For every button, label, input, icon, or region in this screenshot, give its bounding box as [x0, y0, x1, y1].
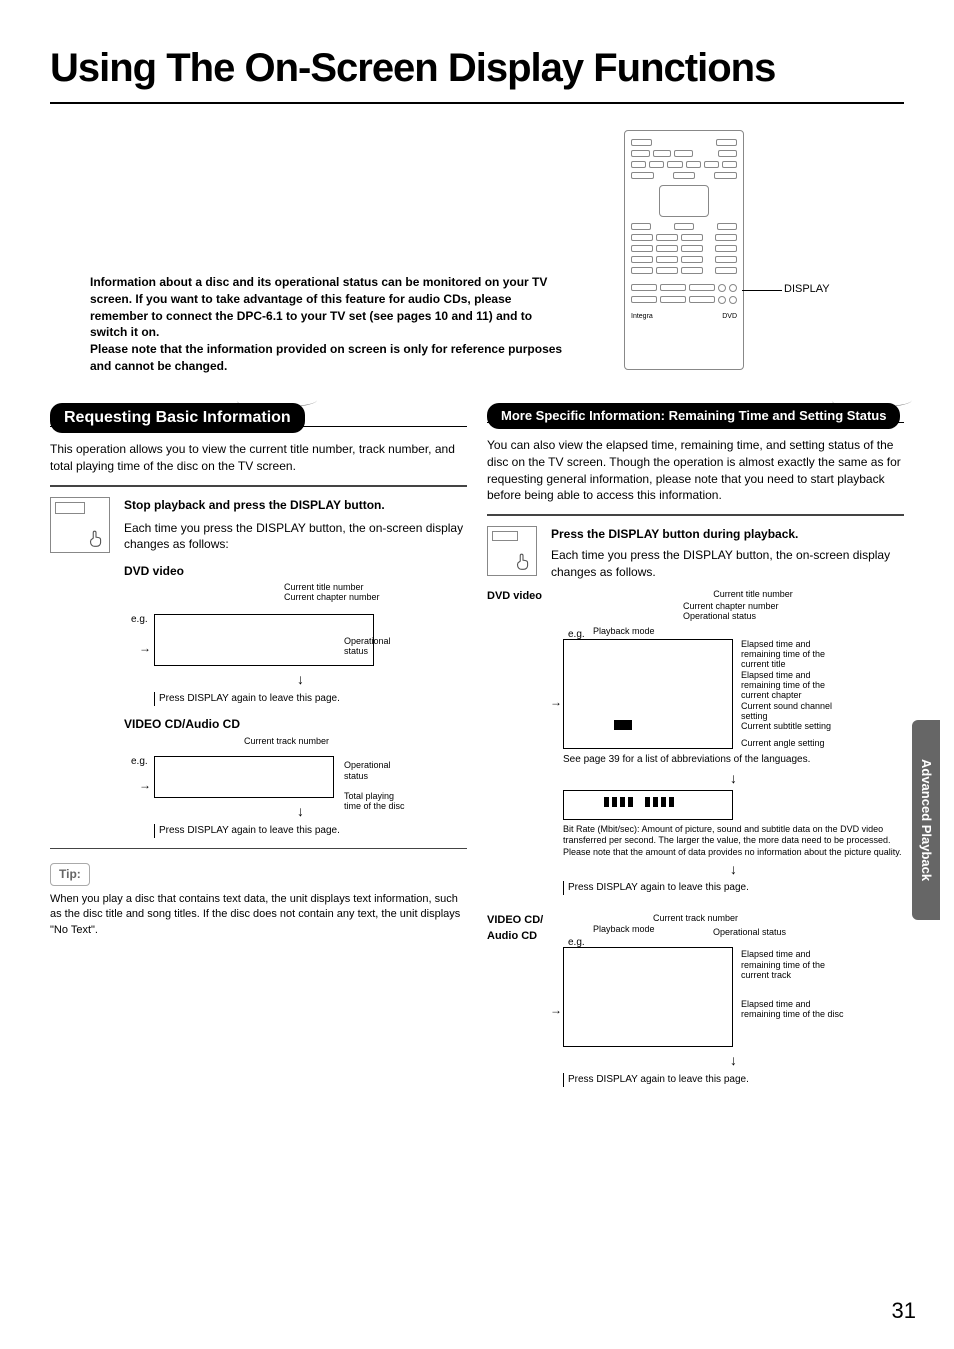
- page-title: Using The On-Screen Display Functions: [50, 40, 904, 104]
- vcd-diagram-right: Current track number Playback mode Opera…: [563, 919, 904, 1087]
- step-body: Each time you press the DISPLAY button, …: [124, 520, 467, 554]
- vcd-diagram-left: Current track number e.g. → Operational …: [134, 738, 467, 838]
- callout: Elapsed time and remaining time of the c…: [741, 670, 851, 701]
- callout: Playback mode: [593, 923, 655, 936]
- remote-logo-right: DVD: [722, 312, 737, 322]
- page: Using The On-Screen Display Functions In…: [0, 0, 954, 1349]
- callout: Operational status: [683, 611, 883, 621]
- eg-label: e.g.: [568, 936, 585, 950]
- callout: Playback mode: [593, 625, 655, 638]
- step-title: Stop playback and press the DISPLAY butt…: [124, 497, 467, 514]
- remote-illustration: Integra DVD DISPLAY: [624, 130, 874, 390]
- step-block: Stop playback and press the DISPLAY butt…: [50, 497, 467, 844]
- callout: Press DISPLAY again to leave this page.: [154, 692, 467, 706]
- callout: Press DISPLAY again to leave this page.: [563, 1073, 904, 1087]
- callout: Total playing time of the disc: [344, 791, 412, 812]
- callout: Press DISPLAY again to leave this page.: [154, 824, 467, 838]
- callout: Current title number: [653, 589, 853, 599]
- dvd-diagram-right: Current title number Current chapter num…: [563, 595, 904, 896]
- vcd-label-right: VIDEO CD/ Audio CD: [487, 913, 557, 1093]
- vcd-label-left: VIDEO CD/Audio CD: [124, 716, 467, 733]
- step-body-right: Each time you press the DISPLAY button, …: [551, 547, 904, 581]
- display-callout: DISPLAY: [784, 282, 830, 297]
- callout: Current title number: [284, 582, 380, 592]
- callout: Current sound channel setting: [741, 701, 851, 722]
- callout: Operational status: [344, 760, 412, 781]
- section-heading-basic: Requesting Basic Information: [50, 403, 305, 433]
- right-column: More Specific Information: Remaining Tim…: [487, 403, 904, 1093]
- intro-text: Information about a disc and its operati…: [90, 274, 570, 375]
- eg-label: e.g.: [131, 755, 148, 769]
- section-heading-more: More Specific Information: Remaining Tim…: [487, 403, 900, 429]
- callout: Operational status: [344, 636, 404, 657]
- eg-label: e.g.: [568, 628, 585, 642]
- bitrate-note: Bit Rate (Mbit/sec): Amount of picture, …: [563, 824, 904, 858]
- tip-label: Tip:: [50, 863, 90, 886]
- remote-body: Integra DVD: [624, 130, 744, 370]
- remote-logo-left: Integra: [631, 312, 653, 322]
- remote-press-icon: [487, 526, 537, 576]
- left-intro-para: This operation allows you to view the cu…: [50, 441, 467, 475]
- side-tab: Advanced Playback: [912, 720, 940, 920]
- callout: Current subtitle setting: [741, 721, 851, 731]
- callout: Press DISPLAY again to leave this page.: [563, 881, 904, 895]
- callout: Current angle setting: [741, 738, 851, 748]
- callout: Current chapter number: [683, 601, 883, 611]
- dvd-video-label: DVD video: [124, 563, 467, 580]
- right-intro-para: You can also view the elapsed time, rema…: [487, 437, 904, 504]
- page-number: 31: [892, 1296, 916, 1327]
- callout: Current chapter number: [284, 592, 380, 602]
- callout: Elapsed time and remaining time of the c…: [741, 949, 851, 980]
- callout: Operational status: [713, 927, 843, 937]
- lang-note: See page 39 for a list of abbreviations …: [563, 753, 904, 767]
- callout: Current track number: [244, 736, 329, 746]
- tip-body: When you play a disc that contains text …: [50, 892, 467, 938]
- step-title-right: Press the DISPLAY button during playback…: [551, 526, 904, 543]
- left-column: Requesting Basic Information This operat…: [50, 403, 467, 1093]
- dvd-diagram-left: Current title number Current chapter num…: [134, 586, 467, 706]
- callout: Elapsed time and remaining time of the c…: [741, 639, 851, 670]
- callout: Elapsed time and remaining time of the d…: [741, 999, 851, 1020]
- dvd-video-label-right: DVD video: [487, 589, 557, 902]
- remote-press-icon: [50, 497, 110, 553]
- callout: Current track number: [653, 913, 843, 923]
- eg-label: e.g.: [131, 613, 148, 627]
